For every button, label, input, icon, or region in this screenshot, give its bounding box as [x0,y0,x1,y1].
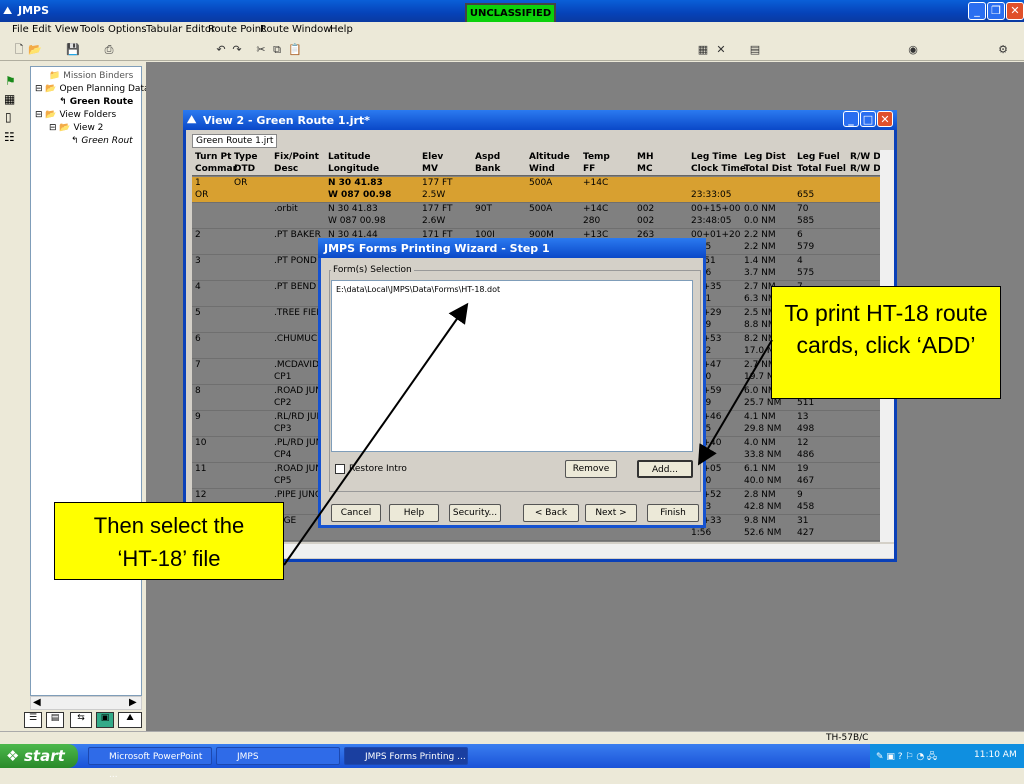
arrow-to-add [697,339,773,466]
start-label: start [24,747,65,765]
status-bar: TH-57B/C [0,731,1024,744]
task-jmps[interactable]: JMPS [216,747,340,765]
tray-icons: ✎ ▣ ? ⚐ ◔ 🖧 [876,752,938,762]
annotation-arrows [283,302,773,566]
task-forms-printing[interactable]: JMPS Forms Printing ... [344,747,468,765]
clock: 11:10 AM [974,750,1017,760]
arrow-to-file [283,302,469,566]
start-button[interactable]: ❖ start [0,744,78,768]
system-tray: ✎ ▣ ? ⚐ ◔ 🖧 11:10 AM [870,744,1024,768]
task-powerpoint[interactable]: Microsoft PowerPoint ... [88,747,212,780]
status-right: TH-57B/C [826,733,869,743]
windows-logo-icon: ❖ [6,747,20,765]
